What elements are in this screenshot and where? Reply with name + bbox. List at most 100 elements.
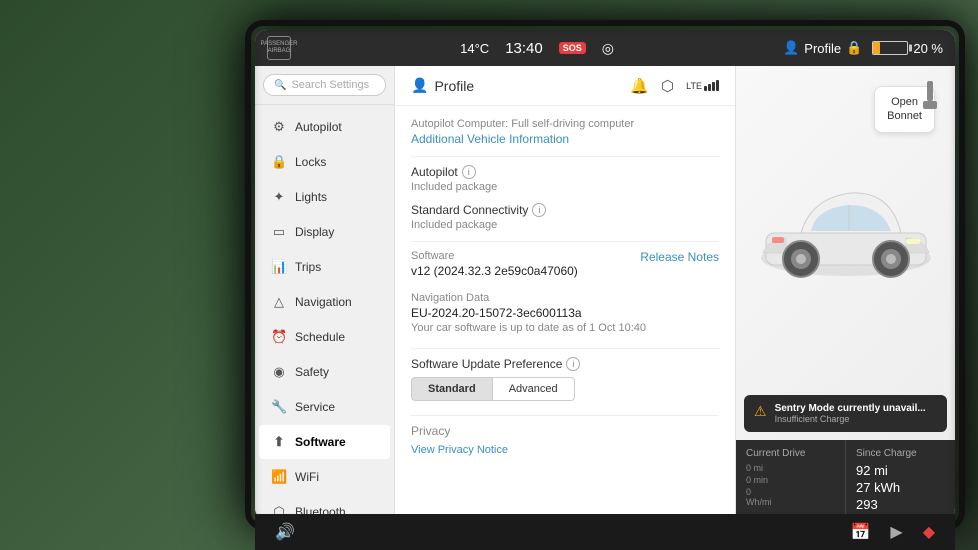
view-privacy-notice-link[interactable]: View Privacy Notice xyxy=(411,444,508,456)
nav-data-value: EU-2024.20-15072-3ec600113a xyxy=(411,306,719,320)
safety-label: Safety xyxy=(295,365,329,379)
battery-fill xyxy=(873,42,880,54)
charge-mi-val: 92 mi xyxy=(856,463,888,478)
bluetooth-header-icon[interactable]: ⬡ xyxy=(661,77,674,95)
signal-bar-2 xyxy=(708,84,711,91)
additional-vehicle-info[interactable]: Additional Vehicle Information xyxy=(411,132,569,146)
sidebar-item-safety[interactable]: ◉ Safety xyxy=(259,355,390,389)
current-drive-row-1: 0 mi xyxy=(746,463,835,473)
autopilot-feature-row: Autopilot i Included package xyxy=(411,165,719,193)
content-title: 👤 Profile xyxy=(411,77,474,94)
status-right: 👤 Profile 🔒 20 % xyxy=(783,40,943,56)
sidebar-item-trips[interactable]: 📊 Trips xyxy=(259,250,390,284)
locks-icon: 🔒 xyxy=(271,154,287,170)
charger-icon xyxy=(920,81,940,116)
wifi-nav-icon: 📶 xyxy=(271,469,287,485)
battery-indicator: 20 % xyxy=(872,41,943,56)
connectivity-feature-name: Standard Connectivity i xyxy=(411,203,546,217)
lights-label: Lights xyxy=(295,190,327,204)
bottom-taskbar: 🔊 📅 ▶ ◆ xyxy=(255,514,955,550)
bell-icon[interactable]: 🔔 xyxy=(630,77,649,95)
volume-icon[interactable]: 🔊 xyxy=(275,522,295,542)
calendar-icon[interactable]: 📅 xyxy=(850,522,870,542)
sentry-title: Sentry Mode currently unavail... xyxy=(775,403,926,414)
temperature: 14°C xyxy=(460,41,489,56)
advanced-update-button[interactable]: Advanced xyxy=(493,377,575,401)
software-version-section: Software v12 (2024.32.3 2e59c0a47060) Re… xyxy=(411,250,719,278)
software-icon: ⬆ xyxy=(271,434,287,450)
connectivity-feature: Standard Connectivity i Included package xyxy=(411,203,546,231)
current-drive-row-3: 0 Wh/mi xyxy=(746,487,835,507)
alert-triangle-icon: ⚠ xyxy=(754,403,767,420)
sidebar-item-schedule[interactable]: ⏰ Schedule xyxy=(259,320,390,354)
media-icon[interactable]: ▶ xyxy=(890,522,902,542)
profile-icon-header: 👤 xyxy=(411,77,428,94)
sentry-alert: ⚠ Sentry Mode currently unavail... Insuf… xyxy=(744,395,947,432)
sos-badge[interactable]: SOS xyxy=(559,42,586,54)
current-drive-title: Current Drive xyxy=(746,448,835,459)
sidebar-item-service[interactable]: 🔧 Service xyxy=(259,390,390,424)
connectivity-info-icon[interactable]: i xyxy=(532,203,546,217)
autopilot-icon: ⚙ xyxy=(271,119,287,135)
schedule-icon: ⏰ xyxy=(271,329,287,345)
sidebar: 🔍 Search Settings ⚙ Autopilot 🔒 Locks ✦ … xyxy=(255,66,395,520)
status-center: 14°C 13:40 SOS ◎ xyxy=(460,40,614,57)
software-version-left: Software v12 (2024.32.3 2e59c0a47060) xyxy=(411,250,578,278)
open-bonnet-label: OpenBonnet xyxy=(887,95,922,124)
trips-icon: 📊 xyxy=(271,259,287,275)
status-bar: PASSENGER AIRBAG 14°C 13:40 SOS ◎ 👤 Prof… xyxy=(255,30,955,66)
nav-items: ⚙ Autopilot 🔒 Locks ✦ Lights ▭ Display 📊 xyxy=(255,105,394,520)
sidebar-item-wifi[interactable]: 📶 WiFi xyxy=(259,460,390,494)
sidebar-item-display[interactable]: ▭ Display xyxy=(259,215,390,249)
update-pref-info-icon[interactable]: i xyxy=(566,357,580,371)
sentry-alert-text: Sentry Mode currently unavail... Insuffi… xyxy=(775,403,926,424)
sidebar-item-software[interactable]: ⬆ Software xyxy=(259,425,390,459)
display-icon: ▭ xyxy=(271,224,287,240)
profile-button-top[interactable]: 👤 Profile 🔒 xyxy=(783,40,862,56)
drive-min-label: 0 min xyxy=(746,475,776,485)
locks-label: Locks xyxy=(295,155,326,169)
profile-label: Profile xyxy=(804,41,841,56)
lock-icon: 🔒 xyxy=(846,40,862,56)
display-label: Display xyxy=(295,225,334,239)
content-area: 👤 Profile 🔔 ⬡ LTE xyxy=(395,66,735,520)
sidebar-item-locks[interactable]: 🔒 Locks xyxy=(259,145,390,179)
nav-data-label: Navigation Data xyxy=(411,292,719,304)
update-pref-buttons: Standard Advanced xyxy=(411,377,719,401)
autopilot-info-icon[interactable]: i xyxy=(462,165,476,179)
sidebar-item-lights[interactable]: ✦ Lights xyxy=(259,180,390,214)
nav-bottom-icon[interactable]: ◆ xyxy=(923,522,935,542)
sidebar-item-navigation[interactable]: △ Navigation xyxy=(259,285,390,319)
right-panel: OpenBonnet xyxy=(735,66,955,520)
since-charge-row-3: 293 xyxy=(856,497,945,512)
divider-1 xyxy=(411,156,719,157)
standard-update-button[interactable]: Standard xyxy=(411,377,493,401)
car-area: OpenBonnet xyxy=(736,66,955,395)
release-notes-button[interactable]: Release Notes xyxy=(640,250,719,264)
search-box: 🔍 Search Settings xyxy=(255,66,394,105)
schedule-label: Schedule xyxy=(295,330,345,344)
signal-bar-1 xyxy=(704,86,707,91)
connectivity-label: Standard Connectivity xyxy=(411,203,528,217)
autopilot-label: Autopilot xyxy=(295,120,342,134)
airbag-icon: PASSENGER AIRBAG xyxy=(267,36,291,60)
software-section-label: Software xyxy=(411,250,578,262)
safety-icon: ◉ xyxy=(271,364,287,380)
bottom-stats: Current Drive 0 mi 0 min 0 Wh/mi Since C… xyxy=(736,440,955,520)
charger-svg xyxy=(920,81,940,111)
nav-data-row: Navigation Data EU-2024.20-15072-3ec6001… xyxy=(411,292,719,334)
bottom-center-icons: 📅 ▶ ◆ xyxy=(850,522,935,542)
car-image xyxy=(751,163,941,298)
divider-3 xyxy=(411,348,719,349)
sidebar-item-autopilot[interactable]: ⚙ Autopilot xyxy=(259,110,390,144)
additional-vehicle-info-link[interactable]: Additional Vehicle Information xyxy=(411,132,719,146)
connectivity-sub: Included package xyxy=(411,219,546,231)
update-pref-label: Software Update Preference xyxy=(411,357,562,371)
wifi-label: WiFi xyxy=(295,470,319,484)
privacy-row: Privacy xyxy=(411,415,719,438)
search-input-container[interactable]: 🔍 Search Settings xyxy=(263,74,386,96)
update-pref-label-container: Software Update Preference i xyxy=(411,357,719,371)
current-drive-group: Current Drive 0 mi 0 min 0 Wh/mi xyxy=(736,440,846,520)
since-charge-row-2: 27 kWh xyxy=(856,480,945,495)
privacy-label: Privacy xyxy=(411,424,450,438)
